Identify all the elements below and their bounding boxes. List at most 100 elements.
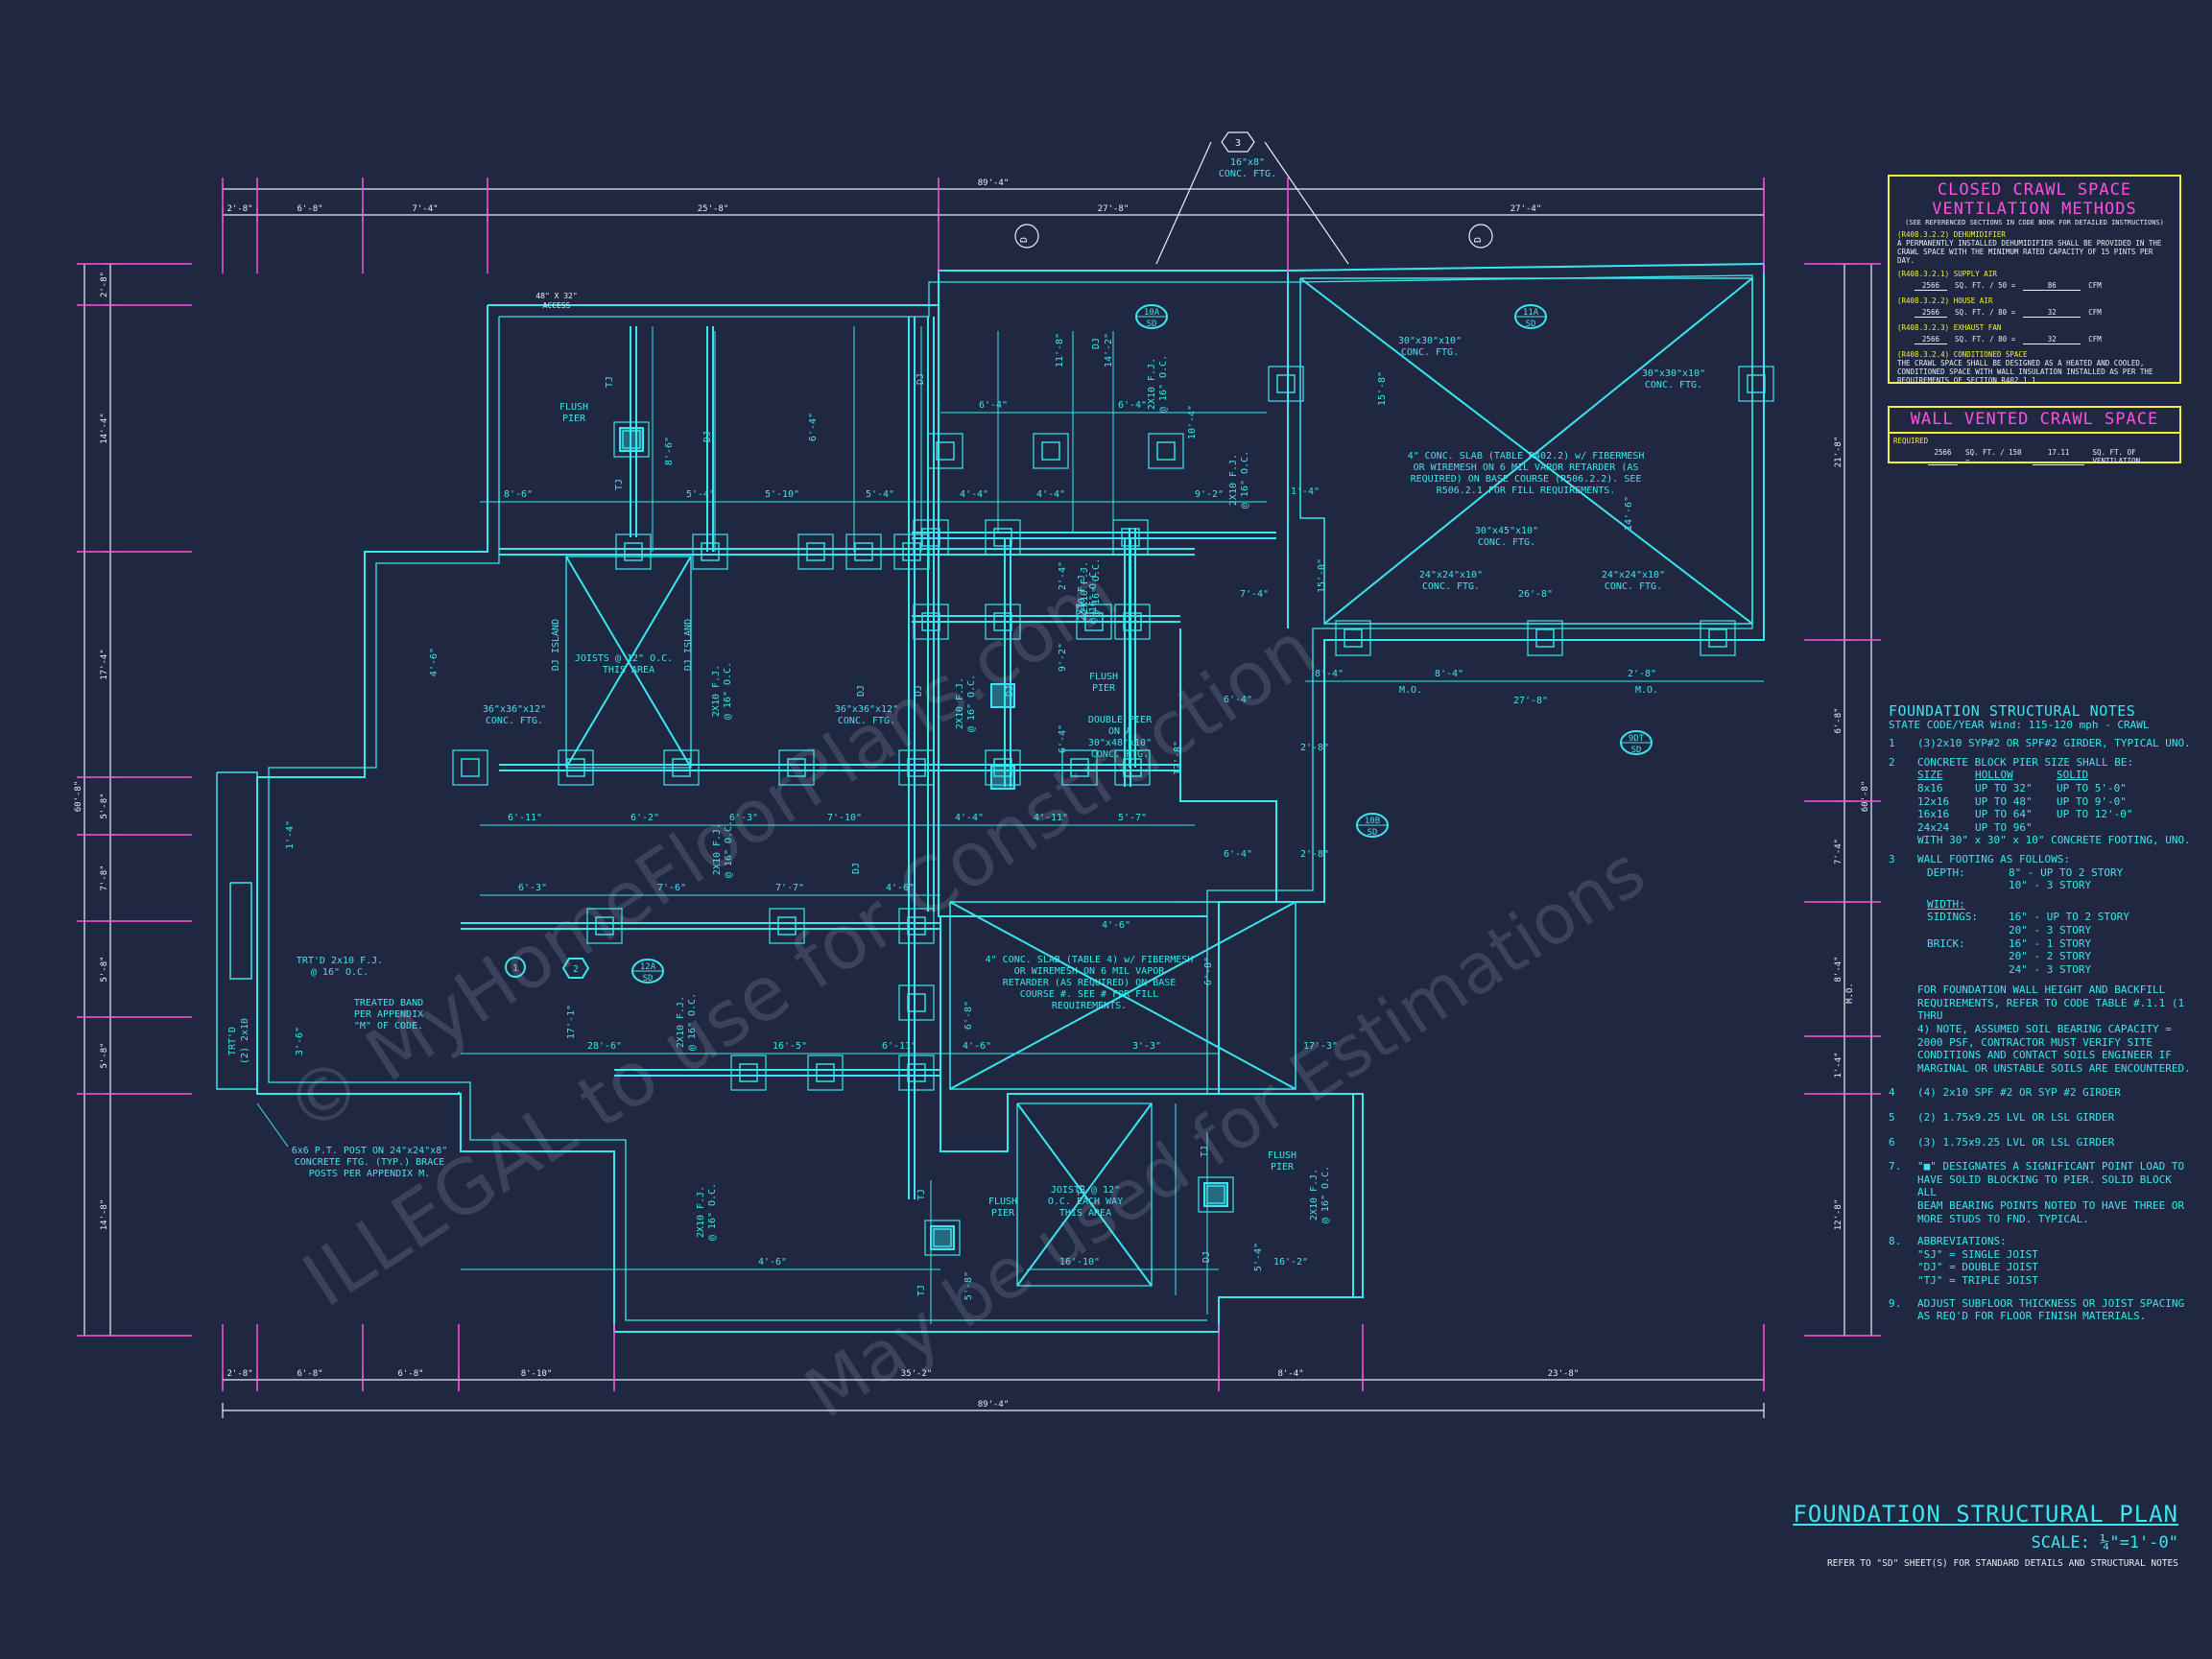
note-2-tail: WITH 30" x 30" x 10" CONCRETE FOOTING, U… — [1917, 834, 2191, 847]
trtd-joist: TRT'D 2x10 F.J. — [297, 956, 383, 966]
flush-pier-label-2: PIER — [1271, 1162, 1295, 1173]
ventilation-methods-box: CLOSED CRAWL SPACE VENTILATION METHODS (… — [1888, 175, 2181, 385]
interior-dim: 6'-4" — [1118, 400, 1147, 411]
sidings-2: 20" - 3 STORY — [2009, 923, 2092, 936]
interior-dim-v: 11'-8" — [1055, 333, 1065, 367]
sidings-label: SIDINGS: — [1927, 911, 1978, 924]
pier — [902, 542, 921, 561]
house-unit: SQ. FT. / 80 = — [1955, 308, 2016, 317]
dim-left-text: 17'-4" — [100, 649, 109, 680]
note-num-2: 2 — [1889, 755, 1895, 769]
house-value: 32 — [2023, 308, 2081, 318]
triple-joist-label: TJ — [605, 376, 615, 388]
trtd-joist: @ 16" O.C. — [311, 967, 369, 978]
pier-footing — [452, 749, 488, 786]
pier-table-cell: 8x16 — [1917, 781, 1943, 794]
foundation-wall — [488, 263, 1765, 306]
abbr-1: "DJ" = DOUBLE JOIST — [1917, 1261, 2038, 1274]
dj-island: DJ ISLAND — [551, 619, 561, 671]
dim-bottom-text: 8'-10" — [521, 1369, 553, 1379]
pier — [461, 758, 480, 777]
brick-label: BRICK: — [1927, 936, 1965, 950]
depth-2: 10" - 3 STORY — [2009, 879, 2092, 892]
exhaust-area: 2566 — [1915, 335, 1947, 344]
pier-table-cell: UP TO 9'-0" — [2057, 794, 2127, 808]
flush-pier-label: FLUSH — [1268, 1150, 1296, 1161]
section-id: 9DT — [1629, 734, 1645, 744]
section-id: 11A — [1523, 308, 1539, 318]
floor-joist-size: 2X10 F.J. — [1228, 454, 1239, 506]
slab-note-upper: OR WIREMESH ON 6 MIL VAPOR RETARDER (AS — [1414, 462, 1639, 473]
interior-dim-v: 10'-4" — [1187, 405, 1198, 439]
sidings-1: 16" - UP TO 2 STORY — [2009, 911, 2129, 924]
method-house-air: (R408.3.2.2) HOUSE AIR — [1897, 296, 1993, 305]
interior-dim: 4'-6" — [758, 1257, 787, 1268]
wall-note-line-1: REQUIREMENTS, REFER TO CODE TABLE #.1.1 … — [1917, 996, 2185, 1023]
interior-dim-v: 5'-4" — [1253, 1243, 1264, 1271]
pier-table-cell: UP TO 64" — [1975, 808, 2033, 821]
interior-dim: 2'-8" — [1300, 849, 1329, 860]
mo-label: M.O. — [1635, 685, 1658, 696]
pier-footing — [615, 533, 652, 570]
drawing-title: FOUNDATION STRUCTURAL PLAN — [1793, 1501, 2178, 1528]
pier — [854, 542, 873, 561]
floor-joist-spacing: @ 16" O.C. — [707, 1183, 718, 1241]
dim-bottom-text: 8'-4" — [1277, 1369, 1303, 1379]
grid-id: D — [1019, 237, 1030, 243]
exhaust-cfm: CFM — [2088, 335, 2102, 344]
pier-footing — [692, 533, 728, 570]
note-9-line-0: ADJUST SUBFLOOR THICKNESS OR JOIST SPACI… — [1917, 1296, 2185, 1310]
pier-footing — [1335, 620, 1371, 656]
pier-table-cell: UP TO 96" — [1975, 820, 2033, 834]
pier-footing — [898, 1055, 935, 1091]
pier — [701, 542, 720, 561]
supply-area: 2566 — [1915, 281, 1947, 291]
method-dehumidifier: (R408.3.2.2) DEHUMIDIFIER — [1897, 230, 2006, 239]
interior-dim: 7'-7" — [775, 883, 804, 893]
notes-state: STATE CODE/YEAR Wind: 115-120 mph - CRAW… — [1889, 718, 2150, 731]
wall-vented-tail: SQ. FT. OF VENTILATION — [2092, 448, 2141, 465]
pier — [1041, 441, 1060, 461]
drawing-title-block: FOUNDATION STRUCTURAL PLAN SCALE: ¼"=1'-… — [1785, 1501, 2178, 1569]
slab-note-lower: COURSE #. SEE # FOR FILL — [1020, 989, 1159, 1000]
interior-dim: 6'-11" — [508, 813, 542, 823]
interior-dim: 6'-2" — [630, 813, 659, 823]
trtd-girder: TRT'D — [227, 1027, 238, 1055]
pier — [1747, 374, 1766, 393]
dim-top-text: 27'-8" — [1098, 204, 1130, 214]
foundation-plan-drawing: 89'-4" 2'-8" 6'-8" 7'-4" 25'-8" 27'-8" 27'-4" 2… — [74, 131, 1881, 1418]
double-joist-label: DJ — [1201, 1251, 1212, 1263]
note-9: ADJUST SUBFLOOR THICKNESS OR JOIST SPACI… — [1917, 1297, 2184, 1323]
footing-type: CONC. FTG. — [1401, 347, 1459, 358]
dim-right-text: 8'-4" — [1834, 956, 1843, 982]
pier — [1535, 628, 1555, 648]
wall-vented-area: 2566 — [1928, 448, 1958, 465]
note-num-4: 4 — [1889, 1086, 1895, 1100]
note-num-7: 7. — [1889, 1160, 1902, 1173]
pier-footing — [1033, 433, 1069, 469]
dim-right-text: 1'-4" — [1834, 1052, 1843, 1078]
dim-top-text: 6'-8" — [297, 204, 322, 214]
joist-note: THIS AREA — [603, 665, 654, 675]
note-7-line-2: BEAM BEARING POINTS NOTED TO HAVE THREE … — [1917, 1199, 2185, 1212]
grid-marker — [1014, 224, 1039, 249]
interior-dim: 2'-8" — [1300, 743, 1329, 753]
pier-table-row: 24x24 UP TO 96" — [1917, 821, 2196, 835]
wall-vented-title: WALL VENTED CRAWL SPACE — [1890, 410, 2179, 434]
section-sheet: SD — [1147, 320, 1157, 329]
dim-bottom-text: 2'-8" — [226, 1369, 252, 1379]
access-size: 48" X 32" — [535, 292, 577, 300]
dim-top-overall-text: 89'-4" — [978, 178, 1010, 188]
pier-footing — [1527, 620, 1563, 656]
interior-dim: 4'-6" — [1102, 920, 1130, 931]
pier-table-cell: 12x16 — [1917, 794, 1950, 808]
depth-label: DEPTH: — [1927, 865, 1965, 879]
pier-table-cell: UP TO 32" — [1975, 781, 2033, 794]
pier-footing — [807, 1055, 844, 1091]
slab-note-lower: OR WIREMESH ON 6 MIL VAPOR — [1014, 966, 1166, 977]
dim-left-text: 14'-4" — [100, 413, 109, 444]
supply-unit: SQ. FT. / 50 = — [1955, 281, 2016, 290]
pad-type: CONC. FTG. — [1219, 169, 1276, 179]
depth-1: 8" - UP TO 2 STORY — [2009, 865, 2124, 879]
interior-dim: 5'-4" — [686, 489, 715, 500]
